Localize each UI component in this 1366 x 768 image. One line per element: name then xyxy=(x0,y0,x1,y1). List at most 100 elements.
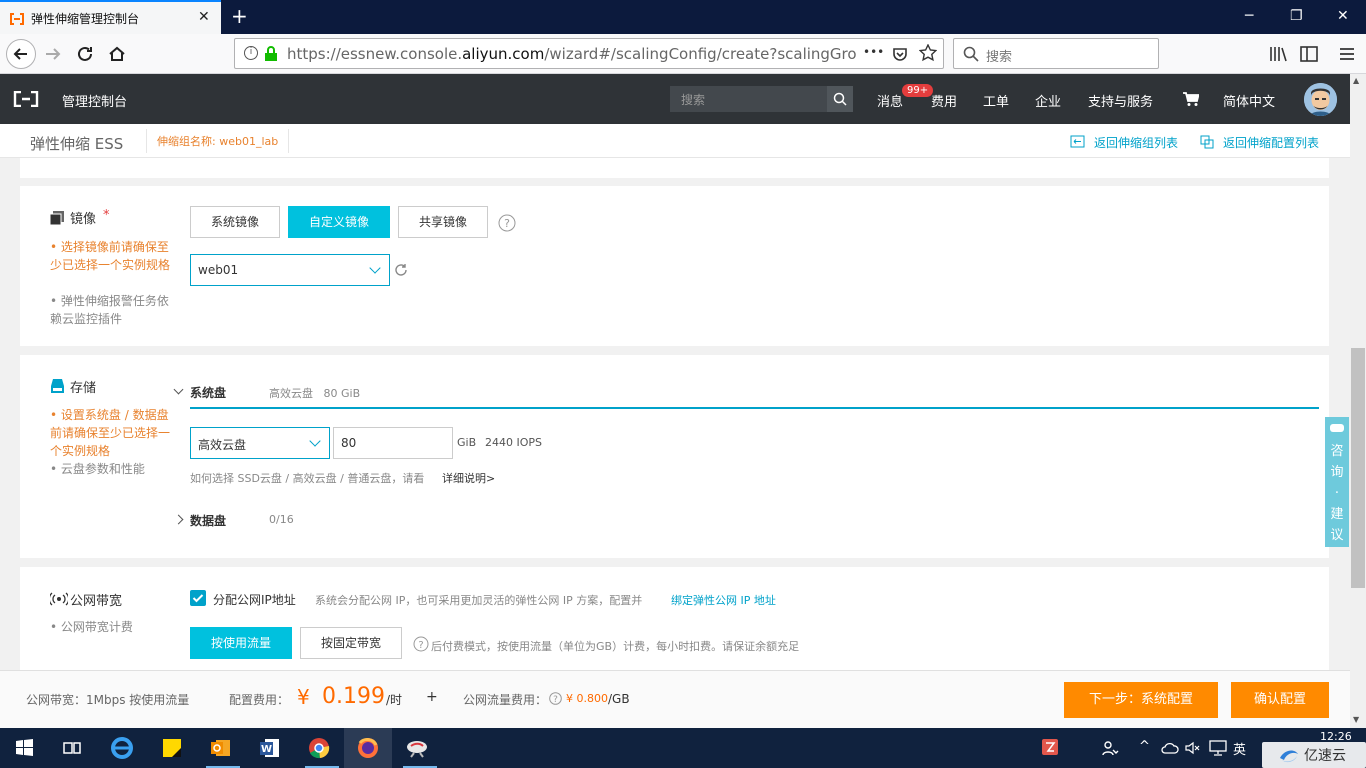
people-icon[interactable] xyxy=(1101,739,1119,757)
main-content: 镜像 * • 选择镜像前请确保至少已选择一个实例规格 • 弹性伸缩报警任务依赖云… xyxy=(0,158,1350,670)
tab-shared-image[interactable]: 共享镜像 xyxy=(398,206,488,238)
nav-messages[interactable]: 消息 xyxy=(877,91,903,110)
disk-size-value: 80 xyxy=(341,436,357,450)
forward-arrow-icon[interactable] xyxy=(40,41,66,67)
new-tab-icon[interactable]: + xyxy=(231,4,248,28)
console-search-button[interactable] xyxy=(827,86,853,112)
sidebar-icon[interactable] xyxy=(1296,41,1322,67)
config-list-icon xyxy=(1200,135,1214,149)
plus-sign: + xyxy=(426,689,438,705)
message-count-badge: 99+ xyxy=(902,84,934,97)
chrome-icon[interactable] xyxy=(305,734,333,762)
ime-indicator[interactable]: 英 xyxy=(1233,739,1246,758)
hamburger-menu-icon[interactable] xyxy=(1334,41,1360,67)
volume-muted-icon[interactable] xyxy=(1185,740,1201,756)
word-icon[interactable]: W xyxy=(256,734,284,762)
consult-float-button[interactable]: 咨询·建议 xyxy=(1325,417,1349,547)
disk-help-link[interactable]: 详细说明> xyxy=(442,470,495,486)
traffic-fee-label: 公网流量费用： xyxy=(463,693,548,707)
required-marker: * xyxy=(103,208,110,223)
yisu-logo-icon xyxy=(1280,750,1298,763)
close-tab-icon[interactable]: ✕ xyxy=(198,9,210,25)
assign-ip-label[interactable]: 分配公网IP地址 xyxy=(213,591,296,608)
help-icon[interactable]: ? xyxy=(498,214,516,232)
back-to-config-list-link[interactable]: 返回伸缩配置列表 xyxy=(1223,134,1319,151)
custom-image-select[interactable]: web01 xyxy=(190,254,390,286)
tray-expand-icon[interactable]: ^ xyxy=(1139,739,1150,754)
nav-support[interactable]: 支持与服务 xyxy=(1088,91,1153,110)
storage-section: 存储 • 设置系统盘 / 数据盘前请确保至少已选择一个实例规格 • 云盘参数和性… xyxy=(20,355,1329,558)
pocket-icon[interactable] xyxy=(891,45,909,63)
assign-ip-checkbox[interactable] xyxy=(190,590,206,606)
console-home-link[interactable]: 管理控制台 xyxy=(62,91,127,110)
consult-label: 咨询·建议 xyxy=(1330,444,1344,543)
currency-symbol: ¥ xyxy=(297,685,310,709)
tab-title: 弹性伸缩管理控制台 xyxy=(31,12,140,26)
browser-tab[interactable]: 弹性伸缩管理控制台 ✕ xyxy=(0,0,221,34)
mode-fixed-bandwidth[interactable]: 按固定带宽 xyxy=(300,627,402,659)
storage-icon xyxy=(51,379,64,393)
image-tip-2: • 弹性伸缩报警任务依赖云监控插件 xyxy=(50,294,169,326)
home-icon[interactable] xyxy=(104,41,130,67)
bind-eip-link[interactable]: 绑定弹性公网 IP 地址 xyxy=(671,592,776,608)
library-icon[interactable] xyxy=(1265,41,1291,67)
info-icon[interactable]: i xyxy=(244,46,258,60)
chevron-right-icon[interactable] xyxy=(173,514,184,525)
browser-search-box[interactable]: 搜索 xyxy=(953,38,1159,69)
nav-tickets[interactable]: 工单 xyxy=(983,91,1009,110)
ie-icon[interactable] xyxy=(108,734,136,762)
back-to-group-list-link[interactable]: 返回伸缩组列表 xyxy=(1094,134,1178,151)
system-disk-summary: 高效云盘 80 GiB xyxy=(269,387,361,400)
cloud-icon[interactable] xyxy=(1161,741,1179,755)
console-search-placeholder: 搜索 xyxy=(681,93,706,107)
cart-icon[interactable] xyxy=(1182,91,1199,107)
console-search-box[interactable]: 搜索 xyxy=(670,86,853,112)
scroll-up-icon[interactable]: ▲ xyxy=(1353,76,1359,85)
storage-tip-1: • 设置系统盘 / 数据盘前请确保至少已选择一个实例规格 xyxy=(50,408,171,458)
scrollbar-thumb[interactable] xyxy=(1351,348,1365,588)
system-disk-divider xyxy=(190,407,1319,409)
previous-section-card xyxy=(20,158,1329,178)
task-view-icon[interactable] xyxy=(58,734,86,762)
reload-icon[interactable] xyxy=(72,41,98,67)
aliyun-logo-icon[interactable] xyxy=(13,91,39,107)
next-step-button[interactable]: 下一步：系统配置 xyxy=(1064,682,1218,718)
minimize-icon[interactable]: ─ xyxy=(1245,8,1253,24)
window-close-icon[interactable]: ✕ xyxy=(1337,8,1349,24)
selected-image-value: web01 xyxy=(198,263,239,277)
data-disk-label[interactable]: 数据盘 xyxy=(190,512,226,529)
app-icon[interactable] xyxy=(403,734,431,762)
network-icon[interactable] xyxy=(1209,740,1227,756)
config-fee-value: 0.199 xyxy=(322,684,385,709)
nav-enterprise[interactable]: 企业 xyxy=(1035,91,1061,110)
tab-custom-image[interactable]: 自定义镜像 xyxy=(288,206,390,238)
windows-start-icon[interactable] xyxy=(10,734,38,762)
avatar[interactable] xyxy=(1304,83,1337,116)
back-button[interactable] xyxy=(6,39,36,69)
browser-search-placeholder: 搜索 xyxy=(986,50,1013,65)
bookmark-star-icon[interactable] xyxy=(919,44,937,62)
nav-billing[interactable]: 费用 xyxy=(931,91,957,110)
chevron-down-icon[interactable] xyxy=(173,384,184,395)
taskbar-active-app[interactable] xyxy=(344,728,392,768)
system-disk-label[interactable]: 系统盘 xyxy=(190,384,226,401)
restore-icon[interactable]: ❐ xyxy=(1290,8,1303,24)
disk-type-select[interactable]: 高效云盘 xyxy=(190,427,330,459)
help-icon[interactable]: ? xyxy=(549,692,562,705)
tray-app-icon[interactable] xyxy=(1041,738,1059,756)
traffic-fee-value: ¥ 0.800 xyxy=(566,692,608,705)
address-bar[interactable]: i https://essnew.console.aliyun.com/wiza… xyxy=(234,38,944,69)
mode-pay-by-traffic[interactable]: 按使用流量 xyxy=(190,627,292,659)
nav-language[interactable]: 简体中文 xyxy=(1223,91,1275,110)
outlook-icon[interactable] xyxy=(207,734,235,762)
list-back-icon xyxy=(1070,135,1085,148)
scroll-down-icon[interactable]: ▼ xyxy=(1353,715,1359,724)
disk-size-input[interactable]: 80 xyxy=(333,427,453,459)
svg-text:?: ? xyxy=(553,695,558,705)
tab-system-image[interactable]: 系统镜像 xyxy=(190,206,280,238)
confirm-config-button[interactable]: 确认配置 xyxy=(1231,682,1329,718)
broadcast-icon xyxy=(50,592,68,606)
refresh-icon[interactable] xyxy=(394,263,408,277)
page-actions-icon[interactable]: ••• xyxy=(863,45,884,59)
sticky-notes-icon[interactable] xyxy=(158,734,186,762)
